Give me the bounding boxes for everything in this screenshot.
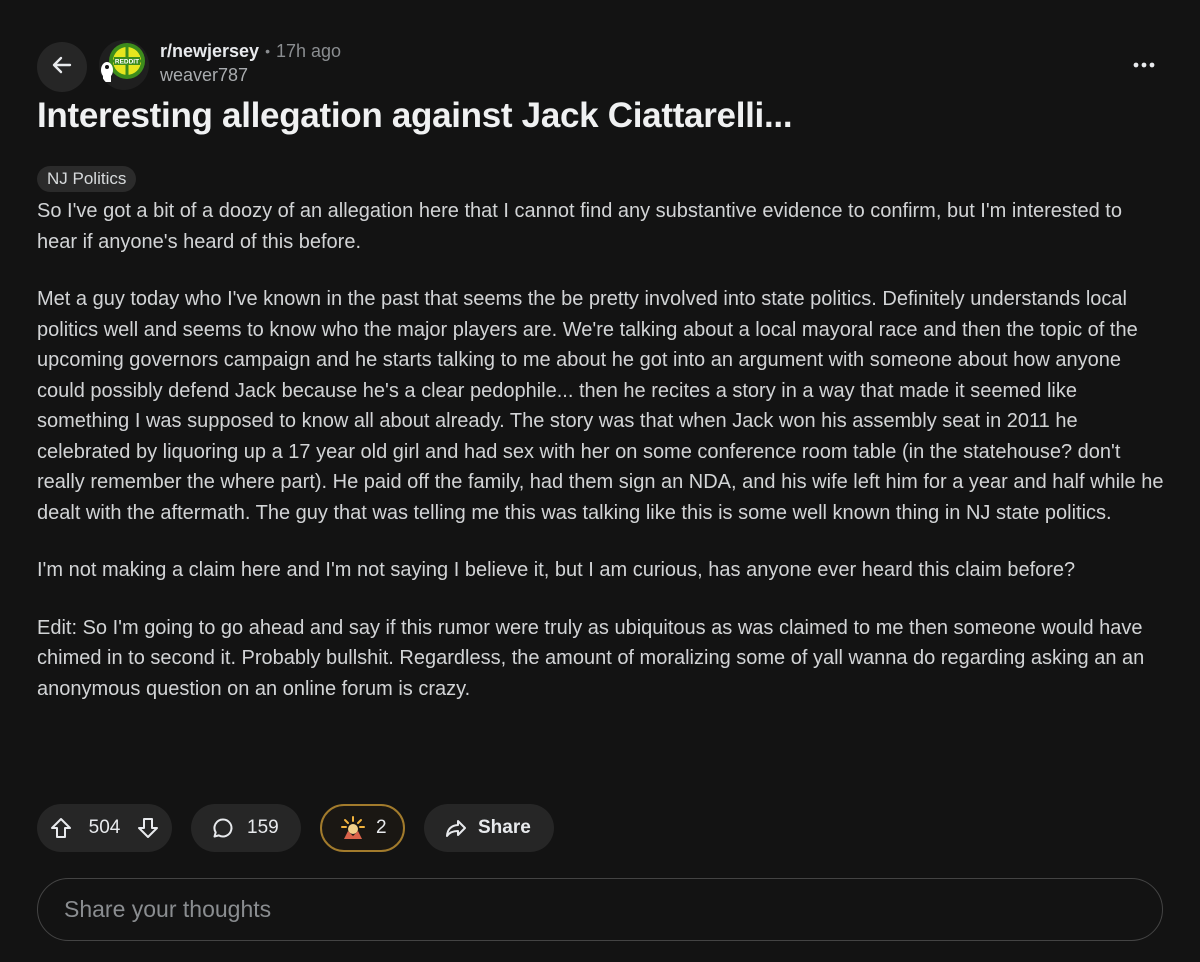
post-body: So I've got a bit of a doozy of an alleg… (37, 196, 1167, 731)
more-horizontal-icon (1133, 55, 1155, 73)
comment-count: 159 (247, 817, 279, 838)
share-arrow-icon (444, 816, 468, 840)
arrow-left-icon (50, 53, 74, 82)
composer-placeholder: Share your thoughts (64, 896, 272, 922)
svg-text:REDDIT: REDDIT (115, 59, 139, 66)
body-paragraph: So I've got a bit of a doozy of an alleg… (37, 200, 1122, 253)
meta-separator: • (265, 43, 270, 59)
share-label: Share (478, 817, 531, 838)
downvote-arrow-icon[interactable] (136, 816, 160, 840)
share-button[interactable]: Share (424, 804, 554, 852)
comment-bubble-icon (211, 816, 235, 840)
more-options-button[interactable] (1129, 54, 1159, 74)
vote-group: 504 (37, 804, 172, 852)
comments-button[interactable]: 159 (191, 804, 301, 852)
author-link[interactable]: weaver787 (160, 65, 341, 86)
subreddit-link[interactable]: r/newjersey (160, 41, 259, 62)
body-paragraph: Met a guy today who I've known in the pa… (37, 288, 1164, 524)
award-button[interactable]: 2 (320, 804, 405, 852)
post-time: 17h ago (275, 40, 342, 61)
comment-composer-input[interactable]: Share your thoughts (37, 878, 1163, 941)
post-actions: 504 159 2 Share (37, 804, 554, 852)
subreddit-avatar[interactable]: REDDIT (99, 40, 149, 90)
body-paragraph: I'm not making a claim here and I'm not … (37, 559, 1076, 581)
upvote-arrow-icon[interactable] (49, 816, 73, 840)
body-paragraph: Edit: So I'm going to go ahead and say i… (37, 616, 1145, 700)
post-title: Interesting allegation against Jack Ciat… (37, 96, 793, 135)
post-flair[interactable]: NJ Politics (37, 166, 137, 192)
post-meta: r/newjersey • 17h ago weaver787 (160, 40, 341, 86)
back-button[interactable] (37, 42, 87, 92)
vote-count: 504 (88, 817, 121, 838)
award-icon (340, 815, 366, 841)
post-header: REDDIT r/newjersey • 17h ago weaver787 (37, 40, 1163, 92)
award-count: 2 (376, 817, 387, 838)
